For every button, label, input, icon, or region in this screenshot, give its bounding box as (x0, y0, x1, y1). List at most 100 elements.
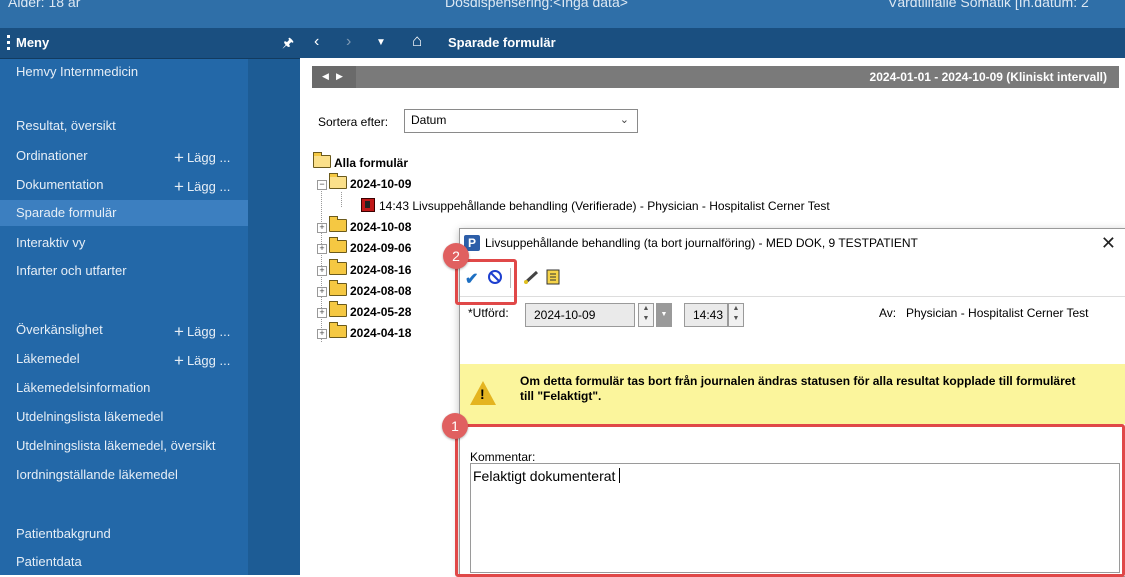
highlight-comment (455, 424, 1125, 577)
prev-range-icon[interactable]: ◀ (322, 71, 329, 82)
tree-date-node[interactable]: +2024-09-06 (317, 237, 412, 257)
care-episode: Vårdtillfälle Somatik [In.datum: 2 (888, 0, 1089, 10)
callout-badge-1: 1 (442, 413, 468, 439)
collapse-icon[interactable]: − (317, 180, 327, 190)
folder-open-icon (313, 152, 331, 168)
expand-icon[interactable]: + (317, 223, 327, 233)
nav-bar: ‹ › ▼ ⌂ Sparade formulär (300, 28, 1125, 58)
form-icon[interactable] (545, 269, 561, 290)
warning-icon (470, 381, 496, 405)
by-label: Av: (879, 306, 897, 320)
sidebar-item-label: Sparade formulär (16, 205, 117, 220)
add-label: Lägg ... (186, 353, 231, 368)
time-value: 14:43 (693, 308, 724, 322)
menu-title: Meny (16, 35, 50, 50)
document-icon (361, 198, 375, 212)
sidebar-item-infarter[interactable]: Infarter och utfarter (0, 258, 248, 284)
add-label: Lägg ... (186, 179, 231, 194)
tree-document[interactable]: 14:43 Livsuppehållande behandling (Verif… (361, 198, 830, 215)
sidebar-item-utdelningslista[interactable]: Utdelningslista läkemedel (0, 404, 248, 430)
sidebar-item-label: Dokumentation (16, 177, 104, 192)
folder-icon (329, 301, 347, 317)
sidebar-item-label: Iordningställande läkemedel (16, 467, 178, 482)
dose-dispensing: Dosdispensering:<Inga data> (445, 0, 628, 10)
tree-date-node[interactable]: +2024-04-18 (317, 322, 411, 342)
performed-label: *Utförd: (468, 306, 509, 320)
back-icon[interactable]: ‹ (314, 33, 319, 51)
sort-select[interactable]: Datum ⌄ (404, 109, 638, 133)
warning-banner: Om detta formulär tas bort från journale… (460, 364, 1125, 424)
sidebar-item-dokumentation[interactable]: Dokumentation + Lägg ... (0, 172, 248, 198)
calendar-dropdown[interactable]: ▼ (656, 303, 672, 327)
expand-icon[interactable]: + (317, 266, 327, 276)
dropdown-icon[interactable]: ▼ (376, 37, 386, 48)
sort-value: Datum (411, 113, 447, 127)
tree-date-label: 2024-10-08 (350, 220, 412, 234)
sidebar-item-patientbakgrund[interactable]: Patientbakgrund (0, 521, 248, 547)
time-spinner[interactable]: ▲ ▼ (728, 303, 744, 327)
sidebar-item-label: Ordinationer (16, 148, 88, 163)
sidebar-item-label: Resultat, översikt (16, 118, 116, 133)
date-range-bar: ◀ ▶ 2024-01-01 - 2024-10-09 (Kliniskt in… (312, 66, 1119, 88)
tree-date-node[interactable]: − 2024-10-09 (317, 173, 411, 193)
dialog-title: Livsuppehållande behandling (ta bort jou… (485, 236, 918, 250)
chevron-down-icon: ⌄ (619, 114, 629, 126)
add-label: Lägg ... (186, 150, 231, 165)
expand-icon[interactable]: + (317, 287, 327, 297)
tree-date-node[interactable]: +2024-10-08 (317, 216, 412, 236)
pen-icon[interactable] (523, 269, 541, 290)
tree-date-node[interactable]: +2024-05-28 (317, 301, 411, 321)
pin-icon[interactable]: 🖈 (282, 34, 294, 56)
date-range-text: 2024-01-01 - 2024-10-09 (Kliniskt interv… (869, 70, 1107, 84)
date-spinner[interactable]: ▲ ▼ (638, 303, 654, 327)
by-value: Physician - Hospitalist Cerner Test (906, 306, 1089, 320)
sidebar-item-interaktiv-vy[interactable]: Interaktiv vy (0, 230, 248, 256)
sidebar-item-overkanslighet[interactable]: Överkänslighet + Lägg ... (0, 317, 248, 343)
sidebar-item-lakemedel[interactable]: Läkemedel + Lägg ... (0, 346, 248, 372)
folder-icon (329, 322, 347, 338)
close-button[interactable]: ✕ (1101, 233, 1116, 254)
date-field[interactable]: 2024-10-09 (525, 303, 635, 327)
tree-date-label: 2024-09-06 (350, 241, 412, 255)
home-icon[interactable]: ⌂ (412, 31, 422, 51)
tree-date-node[interactable]: +2024-08-08 (317, 280, 412, 300)
tree-date-node[interactable]: +2024-08-16 (317, 259, 411, 279)
sidebar-item-resultat[interactable]: Resultat, översikt (0, 113, 248, 139)
sidebar-item-hemvy[interactable]: Hemvy Internmedicin (0, 59, 248, 85)
add-ordination-button[interactable]: + Lägg ... (174, 147, 230, 167)
sidebar-item-iordningstallande[interactable]: Iordningställande läkemedel (0, 462, 248, 488)
add-dokumentation-button[interactable]: + Lägg ... (174, 176, 230, 196)
sidebar-item-label: Patientbakgrund (16, 526, 111, 541)
sidebar-item-utdelningslista-oversikt[interactable]: Utdelningslista läkemedel, översikt (0, 433, 248, 459)
forward-icon[interactable]: › (346, 33, 351, 51)
sidebar-item-label: Patientdata (16, 554, 82, 569)
add-lakemedel-button[interactable]: + Lägg ... (174, 350, 230, 370)
folder-icon (329, 259, 347, 275)
tree-root[interactable]: Alla formulär (313, 152, 408, 172)
sidebar-item-lakemedelsinformation[interactable]: Läkemedelsinformation (0, 375, 248, 401)
sidebar-item-patientdata[interactable]: Patientdata (0, 549, 248, 575)
add-label: Lägg ... (186, 324, 231, 339)
tree-document-label: 14:43 Livsuppehållande behandling (Verif… (379, 199, 830, 213)
sort-label: Sortera efter: (318, 115, 389, 129)
next-range-icon[interactable]: ▶ (336, 71, 343, 82)
callout-badge-2: 2 (443, 243, 469, 269)
tree-date-label: 2024-08-08 (350, 284, 412, 298)
sidebar-item-sparade-formular[interactable]: Sparade formulär (0, 200, 248, 226)
expand-icon[interactable]: + (317, 244, 327, 254)
add-overkanslighet-button[interactable]: + Lägg ... (174, 321, 230, 341)
warning-text: Om detta formulär tas bort från journale… (520, 374, 1076, 403)
time-field[interactable]: 14:43 (684, 303, 728, 327)
grip-icon[interactable] (7, 35, 10, 51)
sidebar-item-label: Infarter och utfarter (16, 263, 127, 278)
sidebar-item-label: Utdelningslista läkemedel, översikt (16, 438, 216, 453)
sidebar-item-label: Överkänslighet (16, 322, 103, 337)
sidebar-item-ordinationer[interactable]: Ordinationer + Lägg ... (0, 143, 248, 169)
expand-icon[interactable]: + (317, 308, 327, 318)
date-value: 2024-10-09 (534, 308, 596, 322)
tree-connector (341, 192, 342, 207)
plus-icon: + (174, 177, 184, 196)
sidebar-item-label: Utdelningslista läkemedel (16, 409, 164, 424)
expand-icon[interactable]: + (317, 329, 327, 339)
folder-icon (329, 280, 347, 296)
